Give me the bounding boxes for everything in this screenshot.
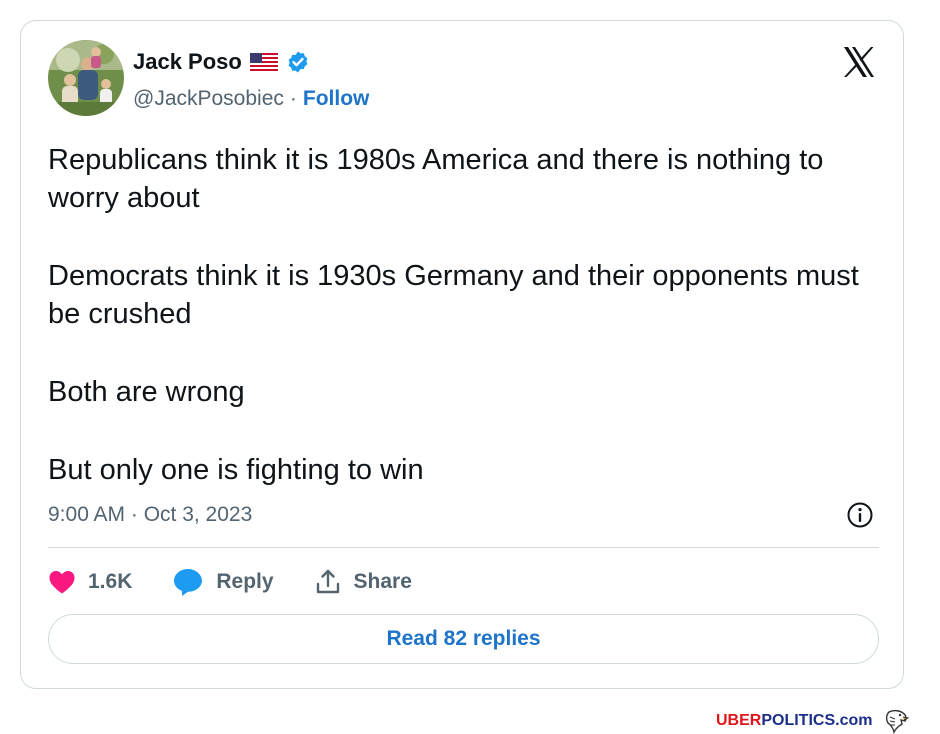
watermark-brand-suffix: .com xyxy=(835,712,873,729)
x-logo-icon[interactable] xyxy=(842,45,876,79)
author-name[interactable]: Jack Poso xyxy=(133,49,242,75)
us-flag-icon xyxy=(249,53,278,71)
watermark-text: UBERPOLITICS.com xyxy=(716,712,872,730)
handle-separator: · xyxy=(289,87,297,110)
tweet-paragraph: Democrats think it is 1930s Germany and … xyxy=(48,260,859,330)
author-handle-row: @JackPosobiec · Follow xyxy=(133,87,369,111)
tweet-actions: 1.6K Reply Share xyxy=(48,565,452,599)
reply-button[interactable]: Reply xyxy=(172,567,274,597)
verified-badge-icon[interactable] xyxy=(286,50,310,74)
tweet-timestamp[interactable]: 9:00 AM · Oct 3, 2023 xyxy=(48,503,252,527)
like-count: 1.6K xyxy=(88,570,133,593)
author-name-row: Jack Poso xyxy=(133,49,310,75)
watermark-brand-blue: POLITICS xyxy=(761,712,836,729)
tweet-paragraph: Republicans think it is 1980s America an… xyxy=(48,144,824,214)
reply-bubble-icon xyxy=(174,569,203,596)
divider xyxy=(48,547,879,548)
read-replies-button[interactable]: Read 82 replies xyxy=(48,614,879,664)
watermark: UBERPOLITICS.com xyxy=(716,708,910,734)
info-icon[interactable] xyxy=(846,501,874,529)
like-button[interactable]: 1.6K xyxy=(48,569,132,595)
author-avatar[interactable] xyxy=(48,40,124,116)
tweet-paragraph: But only one is fighting to win xyxy=(48,454,424,486)
reply-label: Reply xyxy=(216,570,274,593)
share-icon xyxy=(316,569,339,594)
tweet-paragraph: Both are wrong xyxy=(48,376,245,408)
tweet-card: Jack Poso @JackPosobiec · Follow Republi… xyxy=(20,20,904,689)
follow-button[interactable]: Follow xyxy=(303,87,370,111)
share-button[interactable]: Share xyxy=(314,568,412,596)
watermark-brand-red: UBER xyxy=(716,712,762,729)
heart-icon xyxy=(49,571,75,594)
eagle-logo-icon xyxy=(886,709,910,734)
share-label: Share xyxy=(353,570,412,593)
author-handle[interactable]: @JackPosobiec xyxy=(133,87,284,111)
